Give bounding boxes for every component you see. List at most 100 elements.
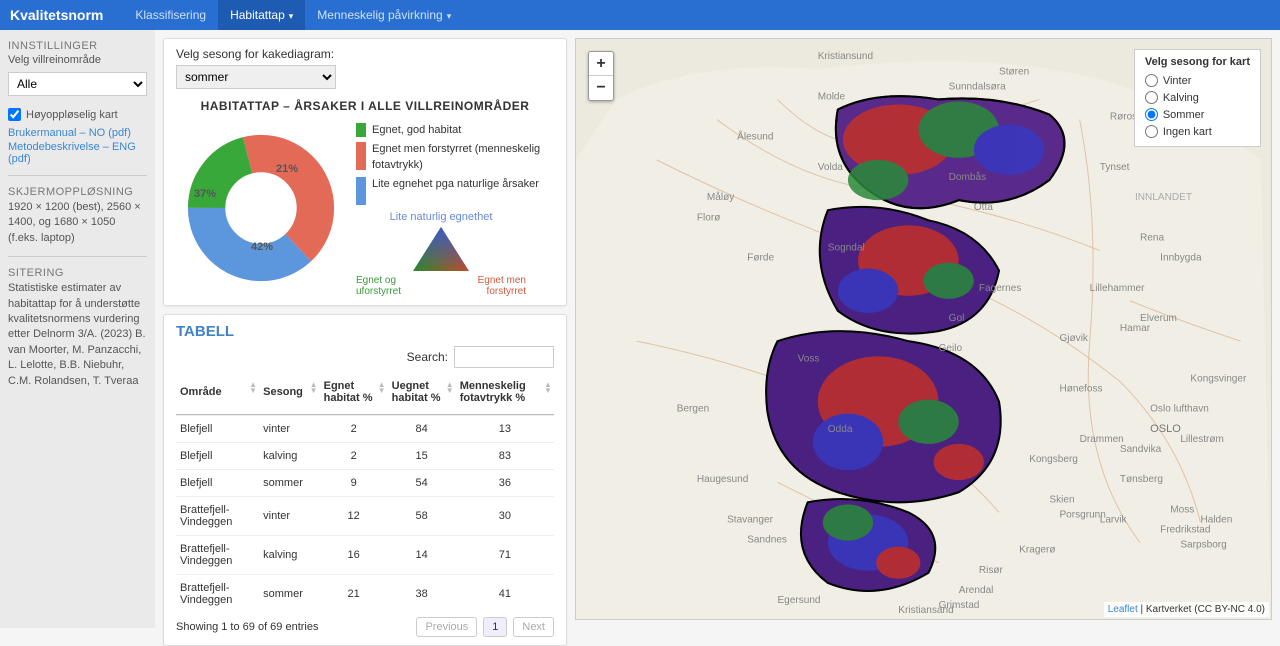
svg-text:Tønsberg: Tønsberg: [1120, 474, 1163, 485]
chevron-down-icon: ▾: [447, 11, 452, 21]
radio-sommer[interactable]: Sommer: [1145, 106, 1250, 123]
svg-text:Fagernes: Fagernes: [979, 283, 1022, 294]
table-row: Blefjellsommer95436: [176, 470, 554, 497]
svg-text:Kongsvinger: Kongsvinger: [1190, 373, 1247, 384]
table-row: Brattefjell-Vindeggenvinter125830: [176, 497, 554, 536]
svg-text:Måløy: Måløy: [707, 191, 735, 203]
zoom-control: + −: [588, 51, 614, 101]
table-row: Blefjellvinter28413: [176, 416, 554, 443]
svg-text:Bergen: Bergen: [677, 404, 709, 415]
svg-text:Odda: Odda: [828, 424, 853, 435]
svg-text:Halden: Halden: [1200, 514, 1232, 525]
table-row: Blefjellkalving21583: [176, 443, 554, 470]
brand: Kvalitetsnorm: [10, 7, 103, 23]
svg-text:Sarpsborg: Sarpsborg: [1180, 540, 1226, 551]
svg-text:Voss: Voss: [798, 353, 820, 364]
svg-text:Hønefoss: Hønefoss: [1059, 384, 1102, 395]
svg-text:Moss: Moss: [1170, 504, 1194, 515]
data-table: Område▲▼Sesong▲▼Egnet habitat %▲▼Uegnet …: [176, 374, 554, 415]
chart-legend: Egnet, god habitat Egnet men forstyrret …: [356, 123, 554, 205]
chart-panel: Velg sesong for kakediagram: sommer HABI…: [163, 38, 567, 306]
svg-text:Elverum: Elverum: [1140, 313, 1177, 324]
sidebar: INNSTILLINGER Velg villreinområde Alle H…: [0, 30, 155, 628]
season-select[interactable]: sommer: [176, 65, 336, 89]
svg-text:Sunndalsøra: Sunndalsøra: [949, 81, 1006, 92]
svg-text:Volda: Volda: [818, 162, 844, 173]
cite-text: Statistiske estimater av habitattap for …: [8, 281, 147, 389]
svg-text:Geilo: Geilo: [939, 343, 963, 354]
col-header[interactable]: Uegnet habitat %▲▼: [388, 374, 456, 415]
map[interactable]: Kristiansund Ålesund Molde Sunndalsøra S…: [575, 38, 1272, 620]
svg-text:Sandvika: Sandvika: [1120, 444, 1162, 455]
map-season-legend: Velg sesong for kart Vinter Kalving Somm…: [1134, 49, 1261, 147]
prev-button[interactable]: Previous: [416, 617, 477, 637]
svg-text:Egersund: Egersund: [777, 595, 820, 606]
svg-text:Lillestrøm: Lillestrøm: [1180, 434, 1224, 445]
svg-text:Sogndal: Sogndal: [828, 243, 865, 254]
svg-text:Kragerø: Kragerø: [1019, 545, 1055, 556]
table-row: Brattefjell-Vindeggenkalving161471: [176, 536, 554, 575]
svg-text:Gjøvik: Gjøvik: [1059, 333, 1088, 344]
link-method-eng[interactable]: Metodebeskrivelse – ENG (pdf): [8, 141, 147, 165]
svg-text:Førde: Førde: [747, 253, 774, 264]
svg-text:Skien: Skien: [1049, 494, 1074, 505]
svg-text:OSLO: OSLO: [1150, 423, 1181, 435]
svg-text:Kristiansund: Kristiansund: [818, 51, 873, 62]
svg-text:Ålesund: Ålesund: [737, 130, 773, 143]
svg-text:Larvik: Larvik: [1100, 514, 1128, 525]
svg-text:Lillehammer: Lillehammer: [1090, 283, 1145, 294]
res-text: 1920 × 1200 (best), 2560 × 1400, og 1680…: [8, 200, 147, 246]
zoom-in-button[interactable]: +: [589, 52, 613, 76]
svg-text:Arendal: Arendal: [959, 585, 994, 596]
nav-menneskelig[interactable]: Menneskelig påvirkning▾: [305, 0, 463, 30]
table-title: TABELL: [176, 323, 554, 340]
chevron-down-icon: ▾: [289, 11, 294, 21]
svg-text:Dombås: Dombås: [949, 171, 986, 183]
cite-title: SITERING: [8, 267, 147, 279]
svg-text:Fredrikstad: Fredrikstad: [1160, 525, 1210, 536]
col-header[interactable]: Sesong▲▼: [259, 374, 319, 415]
ternary-legend: Lite naturlig egnethet Egnet og uforstyr…: [356, 211, 526, 297]
svg-text:Otta: Otta: [974, 202, 993, 213]
col-header[interactable]: Egnet habitat %▲▼: [320, 374, 388, 415]
table-row: Brattefjell-Vindeggensommer213841: [176, 575, 554, 614]
hires-label: Høyoppløselig kart: [26, 109, 118, 121]
svg-text:Oslo lufthavn: Oslo lufthavn: [1150, 404, 1209, 415]
svg-text:Innbygda: Innbygda: [1160, 253, 1202, 264]
leaflet-link[interactable]: Leaflet: [1108, 604, 1138, 615]
nav-klassifisering[interactable]: Klassifisering: [123, 0, 218, 30]
search-label: Search:: [407, 350, 448, 364]
next-button[interactable]: Next: [513, 617, 554, 637]
col-header[interactable]: Område▲▼: [176, 374, 259, 415]
svg-text:Rena: Rena: [1140, 232, 1164, 243]
radio-kalving[interactable]: Kalving: [1145, 89, 1250, 106]
donut-chart: 21% 42% 37%: [176, 123, 346, 293]
link-manual-no[interactable]: Brukermanual – NO (pdf): [8, 127, 147, 139]
svg-text:Tynset: Tynset: [1100, 162, 1130, 173]
area-label: Velg villreinområde: [8, 54, 147, 66]
radio-vinter[interactable]: Vinter: [1145, 72, 1250, 89]
page-number[interactable]: 1: [483, 617, 507, 637]
table-panel: TABELL Search: Område▲▼Sesong▲▼Egnet hab…: [163, 314, 567, 646]
col-header[interactable]: Menneskelig fotavtrykk %▲▼: [456, 374, 554, 415]
nav-habitattap[interactable]: Habitattap▾: [218, 0, 305, 30]
navbar: Kvalitetsnorm Klassifisering Habitattap▾…: [0, 0, 1280, 30]
search-input[interactable]: [454, 346, 554, 368]
svg-text:Kongsberg: Kongsberg: [1029, 454, 1078, 465]
svg-text:Støren: Støren: [999, 66, 1029, 77]
svg-text:Haugesund: Haugesund: [697, 474, 748, 485]
svg-text:Molde: Molde: [818, 91, 846, 102]
svg-text:Drammen: Drammen: [1080, 434, 1124, 445]
season-label: Velg sesong for kakediagram:: [176, 47, 334, 61]
svg-text:Risør: Risør: [979, 565, 1004, 576]
settings-title: INNSTILLINGER: [8, 40, 147, 52]
svg-text:Grimstad: Grimstad: [939, 600, 980, 611]
area-select[interactable]: Alle: [8, 72, 147, 96]
map-attribution: Leaflet | Kartverket (CC BY-NC 4.0): [1104, 602, 1269, 617]
hires-checkbox[interactable]: [8, 108, 21, 121]
radio-ingen[interactable]: Ingen kart: [1145, 123, 1250, 140]
svg-text:INNLANDET: INNLANDET: [1135, 192, 1192, 203]
table-info: Showing 1 to 69 of 69 entries: [176, 621, 318, 633]
zoom-out-button[interactable]: −: [589, 76, 613, 100]
svg-text:Gol: Gol: [949, 313, 965, 324]
